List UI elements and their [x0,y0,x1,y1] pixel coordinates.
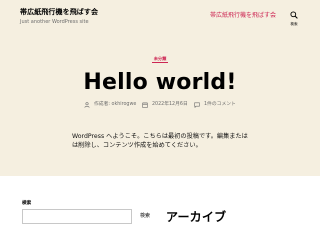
post-date[interactable]: 2022年12月6日 [142,102,190,110]
archive-heading: アーカイブ [166,210,227,224]
post-content-line: は削除し、コンテンツ作成を始めてください。 [72,142,202,150]
search-submit-button[interactable]: 検索 [136,209,154,224]
search-toggle-button[interactable]: 検索 [282,9,306,29]
search-widget-label: 検索 [22,201,32,206]
search-toggle-label: 検索 [290,22,298,26]
post-date-text: 2022年12月6日 [152,102,188,107]
site-header: 帯広紙飛行機を飛ばす会 Just another WordPress site … [0,0,320,36]
search-input[interactable] [22,209,132,224]
footer-widgets: 検索 検索 アーカイブ [0,176,320,240]
primary-nav-link[interactable]: 帯広紙飛行機を飛ばす会 [210,12,276,19]
post-comments-text: 1件のコメント [204,102,236,107]
site-description: Just another WordPress site [20,19,89,25]
post-title[interactable]: Hello world! [0,70,320,96]
post-entry: 未分類 Hello world! 作成者: okhirogwe 2022年12月… [0,36,320,176]
comment-icon [194,102,200,108]
post-author[interactable]: 作成者: okhirogwe [84,102,136,110]
post-author-text: 作成者: okhirogwe [94,102,137,107]
search-icon [290,11,298,19]
post-comments[interactable]: 1件のコメント [194,102,240,110]
site-title[interactable]: 帯広紙飛行機を飛ばす会 [20,8,98,17]
person-icon [84,102,90,108]
calendar-icon [142,102,148,108]
post-category-link[interactable]: 未分類 [0,56,320,61]
post-content-line: WordPress へようこそ。こちらは最初の投稿です。編集または [72,133,248,140]
category-underline [152,62,168,63]
post-content: WordPress へようこそ。こちらは最初の投稿です。編集または は削除し、コ… [72,132,292,151]
